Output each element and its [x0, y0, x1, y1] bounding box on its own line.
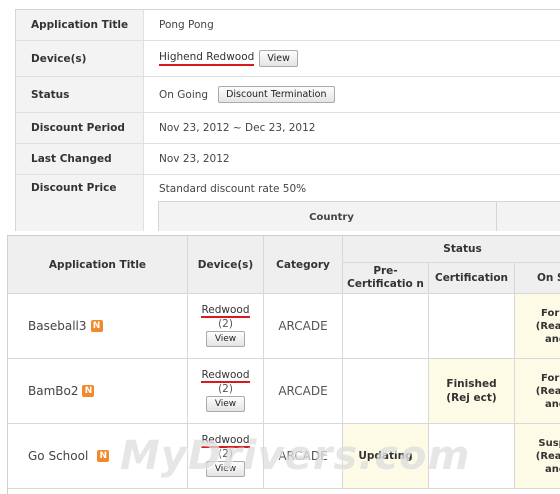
header-devices: Device(s) — [188, 236, 264, 294]
certification-cell — [429, 424, 515, 489]
device-link[interactable]: Redwood — [201, 370, 250, 383]
category-cell: ARCADE — [264, 424, 343, 489]
certification-cell: Finished (Rej ect) — [429, 359, 515, 424]
on-sale-cell: Suspe (Ready ang — [515, 424, 560, 489]
table-row-devices: Redwood (2) View — [188, 294, 264, 359]
app-title[interactable]: Go School — [28, 449, 88, 463]
discount-period-value: Nov 23, 2012 ~ Dec 23, 2012 — [159, 122, 316, 134]
new-badge-icon: N — [97, 450, 110, 462]
detail-row-devices: Device(s) Highend Redwood View — [16, 41, 560, 77]
detail-label: Status — [16, 77, 144, 112]
device-count: (2) — [218, 318, 233, 330]
pre-certification-cell — [343, 359, 429, 424]
application-detail-panel: Application Title Pong Pong Device(s) Hi… — [15, 9, 560, 231]
detail-label: Application Title — [16, 10, 144, 40]
device-link[interactable]: Highend Redwood — [159, 51, 255, 66]
table-row-devices: Redwood (2) View — [188, 424, 264, 489]
new-badge-icon: N — [82, 385, 95, 397]
country-header-label: Country — [309, 211, 354, 223]
on-sale-cell: For S (Ready ang — [515, 359, 560, 424]
detail-label: Discount Price — [16, 175, 144, 231]
category-cell: ARCADE — [264, 294, 343, 359]
header-status: Status — [343, 236, 560, 263]
status-value: On Going Discount Termination — [159, 77, 335, 112]
new-badge-icon: N — [90, 320, 103, 332]
device-count: (2) — [218, 383, 233, 395]
detail-label: Last Changed — [16, 144, 144, 174]
discount-termination-button[interactable]: Discount Termination — [218, 86, 335, 103]
view-button[interactable]: View — [205, 331, 246, 347]
app-title[interactable]: BamBo2 — [28, 384, 78, 398]
certification-cell — [429, 294, 515, 359]
detail-row-title: Application Title Pong Pong — [16, 10, 560, 41]
detail-row-last-changed: Last Changed Nov 23, 2012 — [16, 144, 560, 175]
view-devices-button[interactable]: View — [259, 50, 298, 67]
application-status-table: Application Title Device(s) Category Sta… — [7, 235, 560, 494]
device-link[interactable]: Redwood — [201, 435, 250, 448]
devices-value: Highend Redwood View — [159, 41, 298, 76]
header-category: Category — [264, 236, 343, 294]
detail-label: Discount Period — [16, 113, 144, 143]
table-row-devices: Redwood (2) View — [188, 359, 264, 424]
detail-row-period: Discount Period Nov 23, 2012 ~ Dec 23, 2… — [16, 113, 560, 144]
device-count: (2) — [218, 448, 233, 460]
divider — [496, 202, 497, 231]
table-row-title[interactable]: Baseball3 N — [8, 294, 188, 359]
header-on-sale: On S — [515, 263, 560, 294]
category-cell: ARCADE — [264, 359, 343, 424]
table-row-title[interactable]: Go School N — [8, 424, 188, 489]
pre-certification-cell: Updating — [343, 424, 429, 489]
view-button[interactable]: View — [205, 461, 246, 477]
device-link[interactable]: Redwood — [201, 305, 250, 318]
header-pre-certification: Pre-Certificatio n — [343, 263, 429, 294]
last-changed-value: Nov 23, 2012 — [159, 153, 230, 165]
view-button[interactable]: View — [205, 396, 246, 412]
detail-row-status: Status On Going Discount Termination — [16, 77, 560, 113]
detail-label: Device(s) — [16, 41, 144, 76]
pre-certification-cell — [343, 294, 429, 359]
on-sale-cell: For S (Ready ang — [515, 294, 560, 359]
status-text: On Going — [159, 88, 209, 101]
header-certification: Certification — [429, 263, 515, 294]
application-title-value: Pong Pong — [159, 19, 214, 31]
header-application-title: Application Title — [8, 236, 188, 294]
app-title[interactable]: Baseball3 — [28, 319, 87, 333]
country-table-header: Country — [158, 201, 560, 231]
table-row-title[interactable]: BamBo2 N — [8, 359, 188, 424]
